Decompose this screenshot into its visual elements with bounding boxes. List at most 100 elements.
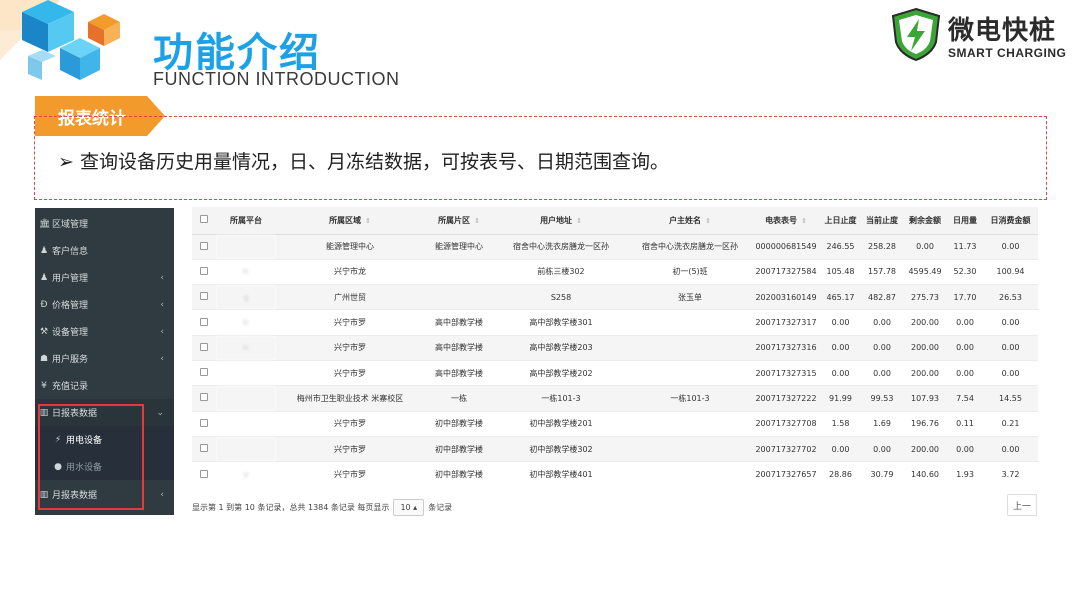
table-cell: 465.17 xyxy=(820,284,861,310)
sidebar-item-label: 用户服务 xyxy=(52,355,89,365)
table-row[interactable]: g 广州世贸 S258 张玉单 202003160149 465.17 482.87 275.… xyxy=(192,284,1038,310)
table-body: 能源管理中心 能源管理中心 宿舍中心洗衣房膳龙一区孙 宿舍中心洗衣房膳龙一区孙 0000… xyxy=(192,233,1038,487)
row-checkbox[interactable] xyxy=(192,258,216,285)
checkbox-icon xyxy=(200,418,208,427)
sidebar-item-area[interactable]: 🏛 区域管理 xyxy=(35,210,174,237)
row-checkbox[interactable] xyxy=(192,284,216,310)
table-cell xyxy=(628,334,752,361)
sidebar-item-recharge[interactable]: ¥ 充值记录 xyxy=(35,372,174,399)
row-checkbox[interactable] xyxy=(192,435,216,462)
table-cell: g xyxy=(216,284,276,310)
table-row[interactable]: lc 兴宁市罗 高中部教学楼 高中部教学楼203 200717327316 0.00 0.0… xyxy=(192,334,1038,361)
column-header[interactable]: 剩余金额 xyxy=(903,207,947,235)
service-icon: ☗ xyxy=(39,353,49,364)
column-header[interactable]: 所属区域 ⇕ xyxy=(276,207,424,235)
user-icon: ♟ xyxy=(39,245,49,256)
sidebar-item-price[interactable]: Ð 价格管理 ‹ xyxy=(35,291,174,318)
column-header[interactable]: 电表表号 ⇕ xyxy=(752,207,820,235)
column-label: 所属片区 xyxy=(438,215,471,225)
decorative-cube-logo xyxy=(0,0,120,80)
table-cell: 91.99 xyxy=(820,385,861,412)
table-cell: 一栋101-3 xyxy=(628,385,752,412)
table-row[interactable]: 梅州市卫生职业技术 米寨校区 一栋 一栋101-3 一栋101-3 2007173272… xyxy=(192,385,1038,412)
chevron-left-icon: ‹ xyxy=(160,490,164,500)
page-size-select[interactable]: 10 ▴ xyxy=(393,499,425,516)
table-cell: 初中部教学楼401 xyxy=(494,461,628,487)
table-cell: 105.48 xyxy=(820,258,861,285)
row-checkbox[interactable] xyxy=(192,385,216,412)
table-cell: 初中部教学楼201 xyxy=(494,410,628,437)
table-cell: 0.00 xyxy=(820,334,861,361)
sidebar-item-label: 客户信息 xyxy=(52,247,89,257)
table-cell: 0.00 xyxy=(947,334,983,361)
column-label: 日用量 xyxy=(953,215,977,225)
row-checkbox[interactable] xyxy=(192,461,216,487)
row-checkbox[interactable] xyxy=(192,309,216,336)
table-cell: 200.00 xyxy=(903,309,947,336)
table-row[interactable]: 兴宁市罗 初中部教学楼 初中部教学楼302 200717327702 0.00 0.00 2… xyxy=(192,435,1038,462)
table-cell: 0.00 xyxy=(903,233,947,260)
row-checkbox[interactable] xyxy=(192,233,216,260)
table-row[interactable]: lc 兴宁市龙 前栋三楼302 初一(5)班 200717327584 105.48 157… xyxy=(192,258,1038,285)
table-row[interactable]: lc 兴宁市罗 高中部教学楼 高中部教学楼301 200717327317 0.00 0.0… xyxy=(192,309,1038,336)
column-label: 户主姓名 xyxy=(669,215,702,225)
table-cell: 一栋 xyxy=(424,385,494,412)
table-cell: 200717327316 xyxy=(752,334,820,361)
column-header[interactable]: 用户地址 ⇕ xyxy=(494,207,628,235)
sidebar-item-service[interactable]: ☗ 用户服务 ‹ xyxy=(35,345,174,372)
table-cell: 0.00 xyxy=(947,435,983,462)
table-cell: 0.00 xyxy=(947,309,983,336)
sidebar-item-users[interactable]: ♟ 用户管理 ‹ xyxy=(35,264,174,291)
table-cell: y xyxy=(216,461,276,487)
table-cell: 26.53 xyxy=(983,284,1038,310)
column-header[interactable]: 当前止度 xyxy=(861,207,903,235)
table-cell: 0.00 xyxy=(861,435,903,462)
column-label: 当前止度 xyxy=(866,215,898,225)
table-cell: 0.00 xyxy=(983,334,1038,361)
row-checkbox[interactable] xyxy=(192,410,216,437)
table-cell: 200717327584 xyxy=(752,258,820,285)
table-cell: 11.73 xyxy=(947,233,983,260)
table-cell: 高中部教学楼203 xyxy=(494,334,628,361)
table-cell: 初中部教学楼302 xyxy=(494,435,628,462)
brand-tagline: SMART CHARGING xyxy=(948,46,1067,60)
table-cell xyxy=(424,258,494,285)
row-checkbox[interactable] xyxy=(192,359,216,386)
table-cell: 高中部教学楼 xyxy=(424,309,494,336)
table-cell: 兴宁市罗 xyxy=(276,359,424,386)
table-cell: 兴宁市罗 xyxy=(276,461,424,487)
table-cell: 100.94 xyxy=(983,258,1038,285)
column-header[interactable]: 日用量 xyxy=(947,207,983,235)
table-cell: 0.00 xyxy=(861,309,903,336)
table-cell: 高中部教学楼202 xyxy=(494,359,628,386)
table-row[interactable]: 兴宁市罗 高中部教学楼 高中部教学楼202 200717327315 0.00 0.00 2… xyxy=(192,359,1038,386)
table-row[interactable]: 兴宁市罗 初中部教学楼 初中部教学楼201 200717327708 1.58 1.69 1… xyxy=(192,410,1038,437)
column-header[interactable]: 所属片区 ⇕ xyxy=(424,207,494,235)
table-cell: 初一(5)班 xyxy=(628,258,752,285)
users-icon: ♟ xyxy=(39,272,49,283)
table-cell: 0.00 xyxy=(861,359,903,386)
table-cell: 000000681549 xyxy=(752,233,820,260)
table-cell: 0.00 xyxy=(861,334,903,361)
column-header[interactable]: 户主姓名 ⇕ xyxy=(628,207,752,235)
table-cell: 99.53 xyxy=(861,385,903,412)
sidebar-item-label: 价格管理 xyxy=(52,301,89,311)
column-header[interactable]: 所属平台 xyxy=(216,207,276,235)
brand-logo: 微电快桩 SMART CHARGING xyxy=(888,6,1073,66)
sidebar-item-label: 设备管理 xyxy=(52,328,89,338)
sidebar-item-customer[interactable]: ♟ 客户信息 xyxy=(35,237,174,264)
column-header[interactable]: 日消费金额 xyxy=(983,207,1038,235)
row-checkbox[interactable] xyxy=(192,334,216,361)
sidebar-item-device[interactable]: ⚒ 设备管理 ‹ xyxy=(35,318,174,345)
table-cell: 275.73 xyxy=(903,284,947,310)
table-row[interactable]: 能源管理中心 能源管理中心 宿舍中心洗衣房膳龙一区孙 宿舍中心洗衣房膳龙一区孙 0000… xyxy=(192,233,1038,260)
checkbox-icon xyxy=(200,266,208,275)
prev-page-button[interactable]: 上一 xyxy=(1007,494,1037,516)
chevron-left-icon: ‹ xyxy=(160,273,164,283)
column-header[interactable]: 上日止度 xyxy=(820,207,861,235)
table-cell: 兴宁市罗 xyxy=(276,309,424,336)
select-all-checkbox[interactable] xyxy=(192,207,216,235)
page-subtitle: FUNCTION INTRODUCTION xyxy=(153,69,400,89)
table-row[interactable]: y 兴宁市罗 初中部教学楼 初中部教学楼401 200717327657 28.86 30.… xyxy=(192,461,1038,487)
table-cell: 200717327315 xyxy=(752,359,820,386)
